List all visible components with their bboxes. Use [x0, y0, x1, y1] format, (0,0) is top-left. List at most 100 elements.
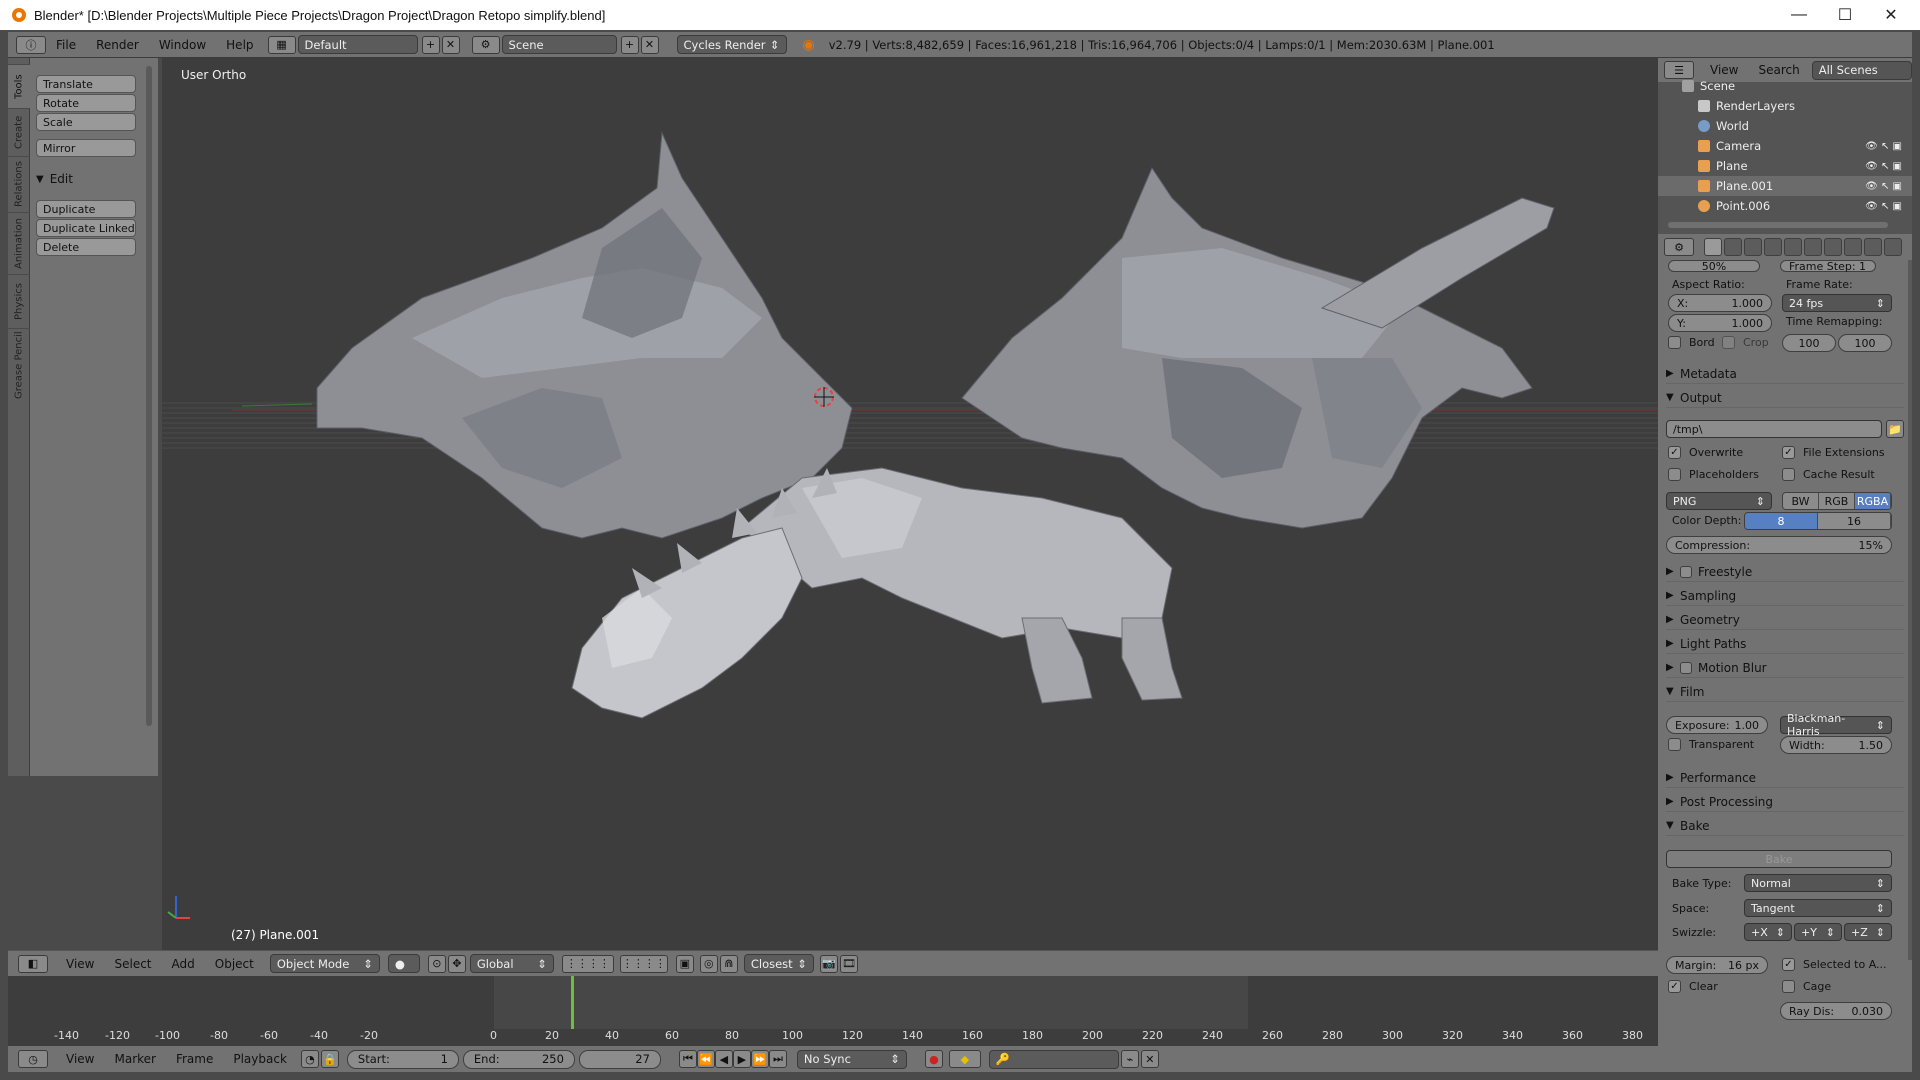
- outliner-item-renderlayers[interactable]: RenderLayers: [1658, 96, 1912, 116]
- outliner-tree[interactable]: Scene RenderLayers World Camera 👁 ↖ ▣ Pla…: [1658, 79, 1912, 234]
- menu-object[interactable]: Object: [205, 957, 264, 971]
- current-frame-field[interactable]: 27: [578, 1049, 661, 1069]
- outliner-item-world[interactable]: World: [1658, 116, 1912, 136]
- lock-range-icon[interactable]: 🔒: [320, 1050, 339, 1068]
- frame-step-field[interactable]: Frame Step: 1: [1780, 260, 1876, 273]
- transparent-checkbox[interactable]: Transparent: [1668, 738, 1754, 751]
- clear-checkbox[interactable]: ✓ Clear: [1668, 980, 1718, 993]
- menu-render[interactable]: Render: [86, 38, 149, 52]
- render-tab-icon[interactable]: [1704, 238, 1722, 256]
- menu-frame[interactable]: Frame: [166, 1052, 223, 1066]
- light-paths-panel-header[interactable]: ▶ Light Paths: [1666, 634, 1904, 654]
- object-tab-icon[interactable]: [1784, 238, 1802, 256]
- keyframe-type-icon[interactable]: ◆: [948, 1050, 981, 1068]
- layers-grid-2-icon[interactable]: ⋮⋮⋮⋮: [619, 954, 668, 973]
- scene-tab-icon[interactable]: [1744, 238, 1762, 256]
- remove-layout-icon[interactable]: ✕: [441, 35, 460, 54]
- close-button[interactable]: ✕: [1868, 0, 1914, 30]
- bake-type-dropdown[interactable]: Normal ⇕: [1744, 874, 1892, 892]
- scene-dropdown[interactable]: Scene: [501, 35, 617, 54]
- bord-checkbox[interactable]: Bord: [1668, 336, 1715, 349]
- constraints-tab-icon[interactable]: [1804, 238, 1822, 256]
- bake-button[interactable]: Bake: [1666, 850, 1892, 868]
- start-frame-field[interactable]: Start: 1: [346, 1049, 459, 1069]
- layers-grid-icon[interactable]: ⋮⋮⋮⋮: [561, 954, 614, 973]
- end-frame-field[interactable]: End: 250: [462, 1049, 575, 1069]
- editor-type-properties-icon[interactable]: ⚙: [1664, 238, 1694, 256]
- performance-panel-header[interactable]: ▶ Performance: [1666, 768, 1904, 788]
- duplicate-button[interactable]: Duplicate: [36, 200, 136, 218]
- menu-search[interactable]: Search: [1748, 63, 1809, 77]
- placeholders-checkbox[interactable]: Placeholders: [1668, 468, 1759, 481]
- maximize-button[interactable]: ☐: [1822, 0, 1868, 30]
- menu-marker[interactable]: Marker: [104, 1052, 165, 1066]
- pivot-point-icon[interactable]: ⊙: [427, 954, 446, 973]
- ray-distance-field[interactable]: Ray Dis: 0.030: [1780, 1002, 1892, 1020]
- tab-relations[interactable]: Relations: [8, 156, 30, 212]
- menu-window[interactable]: Window: [149, 38, 216, 52]
- record-icon[interactable]: ●: [924, 1050, 943, 1068]
- selected-to-active-checkbox[interactable]: ✓ Selected to A...: [1782, 958, 1887, 971]
- aspect-x-field[interactable]: X: 1.000: [1668, 294, 1772, 312]
- properties-scrollbar[interactable]: [1908, 260, 1912, 960]
- post-processing-panel-header[interactable]: ▶ Post Processing: [1666, 792, 1904, 812]
- preview-range-icon[interactable]: ◔: [300, 1050, 319, 1068]
- add-layout-icon[interactable]: +: [421, 35, 440, 54]
- geometry-panel-header[interactable]: ▶ Geometry: [1666, 610, 1904, 630]
- editor-type-3d-icon[interactable]: ◧: [18, 954, 48, 973]
- menu-view[interactable]: View: [56, 1052, 104, 1066]
- screen-layout-icon[interactable]: ▦: [267, 35, 296, 54]
- time-remap-old-field[interactable]: 100: [1782, 334, 1836, 352]
- manipulator-icon[interactable]: ✥: [447, 954, 466, 973]
- editor-type-info-icon[interactable]: ⓘ: [16, 35, 46, 54]
- minimize-button[interactable]: —: [1776, 0, 1822, 30]
- compression-slider[interactable]: Compression: 15%: [1666, 536, 1892, 554]
- frame-rate-dropdown[interactable]: 24 fps ⇕: [1782, 294, 1892, 312]
- color-mode-rgba[interactable]: RGBA: [1855, 493, 1891, 509]
- snap-toggle-icon[interactable]: ⋒: [719, 954, 738, 973]
- outliner-item-point-006[interactable]: Point.006 👁 ↖ ▣: [1658, 196, 1912, 216]
- viewport-shading-icon[interactable]: ●: [387, 954, 420, 973]
- timeline-ruler[interactable]: -140 -120 -100 -80 -60 -40 -20 0 20 40 6…: [8, 1029, 1658, 1046]
- bake-panel-header[interactable]: ▼ Bake: [1666, 816, 1904, 836]
- aspect-y-field[interactable]: Y: 1.000: [1668, 314, 1772, 332]
- outliner-scrollbar[interactable]: [1668, 222, 1888, 228]
- render-engine-dropdown[interactable]: Cycles Render ⇕: [676, 35, 787, 54]
- 3d-viewport[interactable]: [162, 58, 1658, 950]
- cache-result-checkbox[interactable]: Cache Result: [1782, 468, 1875, 481]
- color-mode-bw[interactable]: BW: [1783, 493, 1819, 509]
- motion-blur-checkbox[interactable]: [1680, 661, 1692, 674]
- edit-panel-header[interactable]: ▼ Edit: [36, 170, 136, 188]
- orientation-dropdown[interactable]: Global ⇕: [469, 954, 554, 973]
- tab-create[interactable]: Create: [8, 108, 30, 156]
- translate-button[interactable]: Translate: [36, 75, 136, 93]
- visibility-icons[interactable]: 👁 ↖ ▣: [1865, 141, 1902, 152]
- add-scene-icon[interactable]: +: [620, 35, 639, 54]
- menu-add[interactable]: Add: [162, 957, 205, 971]
- editor-type-timeline-icon[interactable]: ◷: [18, 1050, 48, 1068]
- swizzle-z-dropdown[interactable]: +Z ⇕: [1844, 923, 1892, 941]
- proportional-edit-icon[interactable]: ◎: [699, 954, 718, 973]
- 3d-cursor-icon[interactable]: [814, 387, 834, 407]
- file-extensions-checkbox[interactable]: ✓ File Extensions: [1782, 446, 1885, 459]
- scale-button[interactable]: Scale: [36, 113, 136, 131]
- outliner-item-plane-001[interactable]: Plane.001 👁 ↖ ▣: [1658, 176, 1912, 196]
- color-depth-8[interactable]: 8: [1745, 513, 1818, 529]
- sampling-panel-header[interactable]: ▶ Sampling: [1666, 586, 1904, 606]
- menu-playback[interactable]: Playback: [223, 1052, 297, 1066]
- timeline-current-frame-cursor[interactable]: [571, 976, 574, 1029]
- keying-set-field[interactable]: 🔑: [988, 1049, 1119, 1069]
- snap-target-dropdown[interactable]: Closest ⇕: [743, 954, 814, 973]
- tab-grease-pencil[interactable]: Grease Pencil: [8, 328, 30, 402]
- opengl-anim-icon[interactable]: 🎞: [839, 954, 858, 973]
- file-format-dropdown[interactable]: PNG ⇕: [1666, 492, 1772, 510]
- tab-physics[interactable]: Physics: [8, 274, 30, 328]
- texture-tab-icon[interactable]: [1884, 238, 1902, 256]
- scene-icon[interactable]: ⚙: [471, 35, 500, 54]
- material-tab-icon[interactable]: [1864, 238, 1882, 256]
- exposure-field[interactable]: Exposure: 1.00: [1666, 716, 1768, 734]
- render-layers-tab-icon[interactable]: [1724, 238, 1742, 256]
- swizzle-x-dropdown[interactable]: +X ⇕: [1744, 923, 1792, 941]
- lock-camera-icon[interactable]: ▣: [675, 954, 694, 973]
- insert-keyframe-icon[interactable]: ⌁: [1120, 1050, 1139, 1068]
